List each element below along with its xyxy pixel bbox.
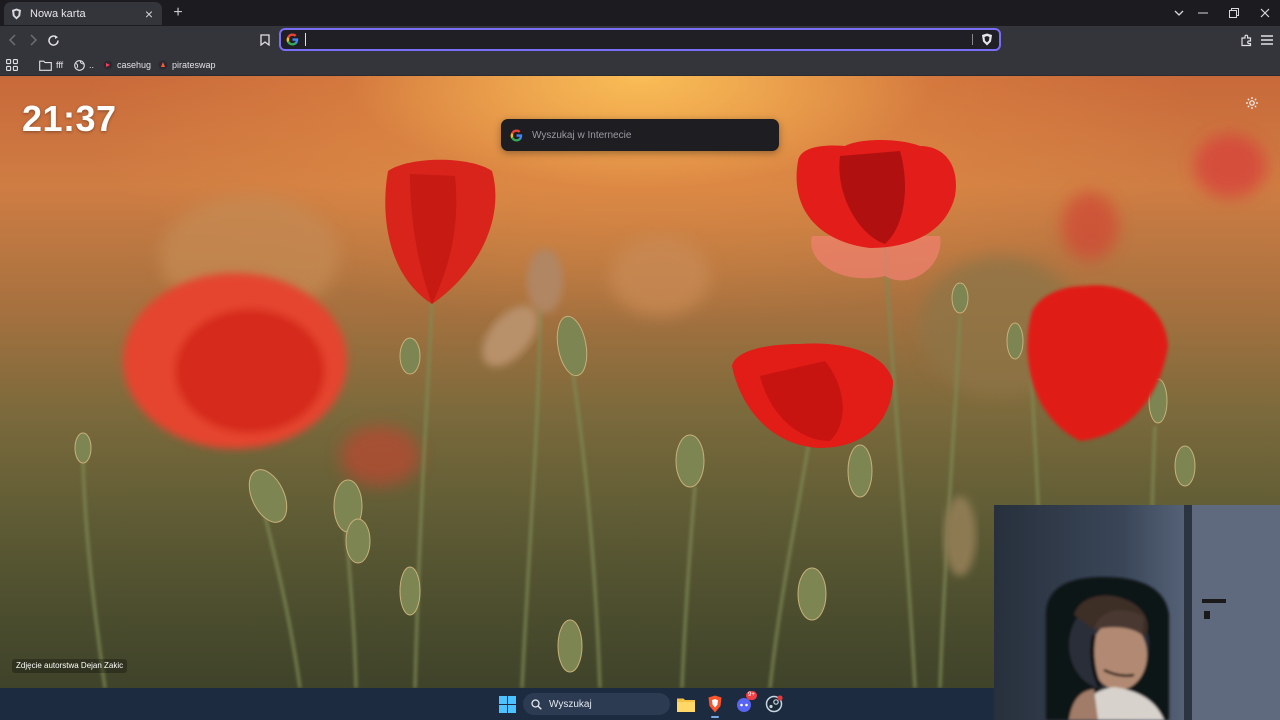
menu-icon[interactable] [1258,31,1276,49]
taskbar-search-label: Wyszukaj [549,698,592,710]
reload-icon[interactable] [44,31,62,49]
close-window-icon[interactable] [1251,0,1279,26]
back-icon[interactable] [4,31,22,49]
google-icon [286,33,299,46]
new-tab-button[interactable]: + [170,4,186,22]
webcam-video-image [1046,505,1280,720]
address-input[interactable] [307,30,947,49]
brave-shield-icon [10,8,22,20]
file-explorer-icon[interactable] [674,692,698,716]
bookmark-label: pirateswap [172,60,216,70]
steam-icon[interactable] [762,692,786,716]
brave-browser-icon[interactable] [703,692,727,716]
taskbar-search[interactable]: Wyszukaj [523,693,670,715]
discord-icon[interactable]: 9+ [732,691,757,716]
gear-icon[interactable] [1245,96,1259,110]
bookmark-pirateswap[interactable]: pirateswap [158,57,216,73]
address-bar-divider [972,34,973,45]
screen: Nowa karta × + fff .. casehug pirateswap… [0,0,1280,720]
web-search-box[interactable]: Wyszukaj w Internecie [501,119,779,151]
bookmark-globe[interactable]: .. [74,57,94,73]
restore-icon[interactable] [1220,0,1248,26]
tab-new-tab[interactable]: Nowa karta × [4,2,162,25]
discord-badge: 9+ [746,691,757,700]
bookmark-label: casehug [117,60,152,70]
google-icon [510,129,523,142]
bookmark-icon[interactable] [256,31,274,49]
brave-shields-icon[interactable] [981,33,994,46]
forward-icon[interactable] [24,31,42,49]
text-caret [305,33,306,46]
bookmark-folder-fff[interactable]: fff [39,57,63,73]
globe-icon [74,59,85,71]
casehug-icon [103,60,113,70]
search-placeholder: Wyszukaj w Internecie [532,129,632,141]
taskbar: Wyszukaj 9+ [0,688,994,720]
active-app-indicator [711,716,719,718]
bookmark-label: fff [56,60,64,70]
apps-grid-icon[interactable] [6,57,18,73]
folder-icon [39,60,52,71]
bookmarks-bar: fff .. casehug pirateswap [0,54,1280,76]
photo-credit[interactable]: Zdjęcie autorstwa Dejan Zakic [12,659,128,673]
extensions-icon[interactable] [1237,31,1255,49]
address-bar[interactable] [279,28,1001,51]
bookmark-casehug[interactable]: casehug [103,57,151,73]
minimize-icon[interactable] [1189,0,1217,26]
windows-start-icon[interactable] [495,692,519,716]
webcam-overlay [994,505,1280,720]
clock: 21:37 [22,98,117,139]
search-icon [531,698,542,710]
pirateswap-icon [158,60,168,70]
tab-strip: Nowa karta × + [0,0,1280,26]
toolbar [0,26,1280,54]
bookmark-label: .. [89,60,95,70]
tab-title: Nowa karta [30,7,86,20]
close-tab-icon[interactable]: × [142,7,156,21]
